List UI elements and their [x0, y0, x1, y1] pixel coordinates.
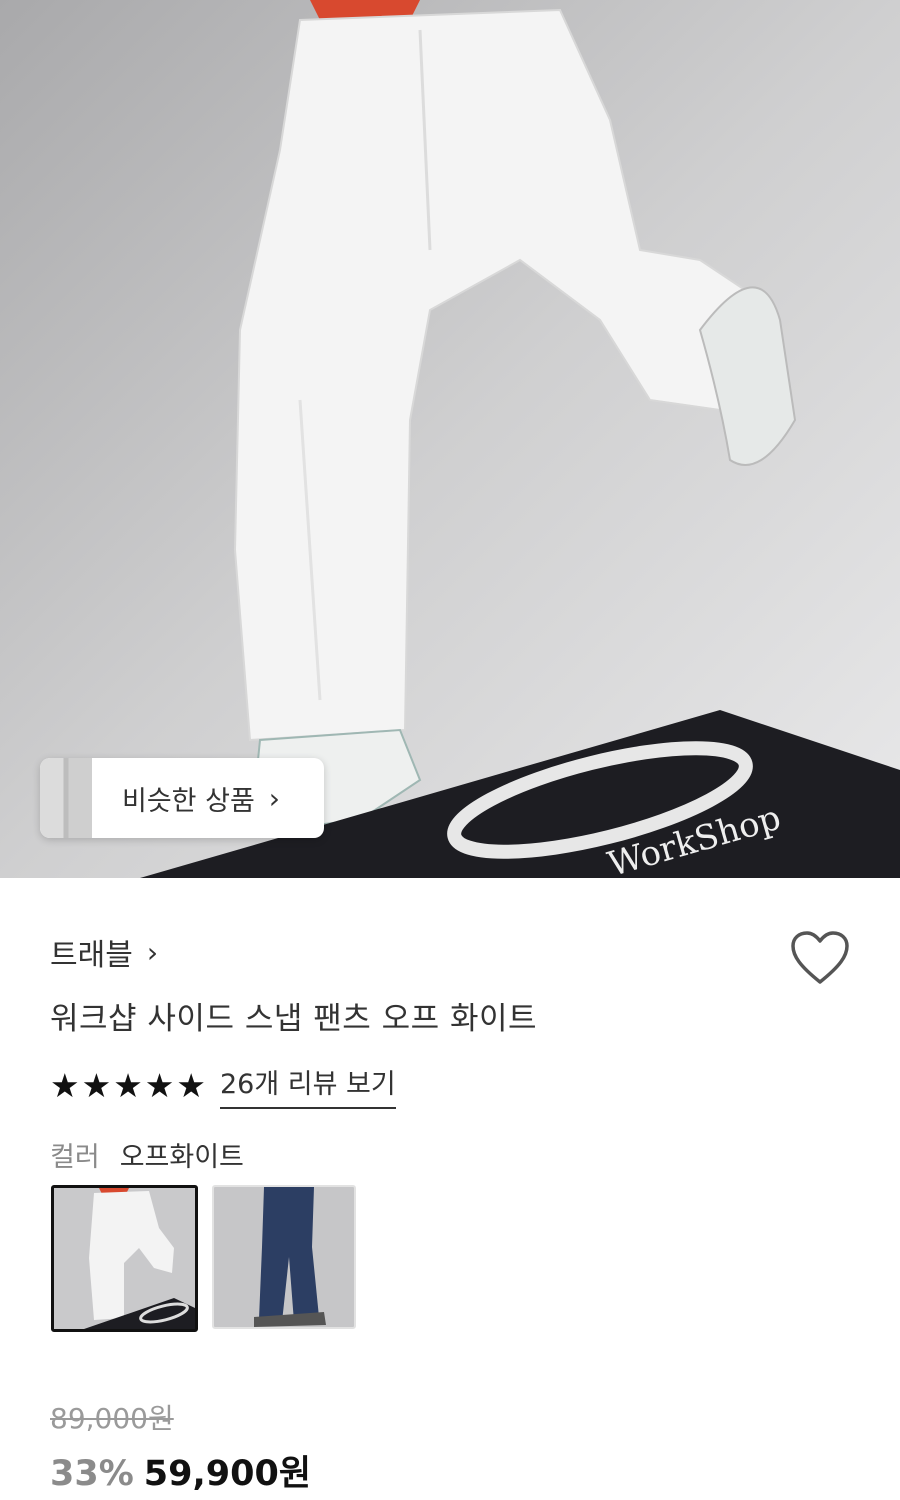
color-value: 오프화이트 [119, 1142, 244, 1173]
chevron-right-icon: › [146, 935, 159, 969]
similar-products-button[interactable]: 비슷한 상품 › [40, 758, 324, 838]
similar-products-label: 비슷한 상품 [122, 785, 255, 817]
color-label: 컬러 [50, 1142, 100, 1173]
star-rating: ★ ★ ★ ★ ★ [50, 1069, 206, 1102]
star-icon: ★ [81, 1066, 112, 1105]
view-reviews-link[interactable]: 26개 리뷰 보기 [219, 1062, 396, 1109]
similar-products-thumbnail [40, 758, 92, 838]
product-hero-image[interactable]: WorkShop [0, 0, 900, 878]
brand-name: 트래블 [50, 938, 133, 973]
chevron-right-icon: › [268, 781, 280, 815]
star-icon: ★ [50, 1066, 80, 1105]
brand-link[interactable]: 트래블 › [50, 930, 158, 974]
star-icon: ★ [176, 1066, 206, 1105]
color-swatch-offwhite[interactable] [51, 1185, 198, 1332]
product-title: 워크샵 사이드 스냅 팬츠 오프 화이트 [50, 1001, 538, 1037]
color-option-row: 컬러 오프화이트 [50, 1135, 244, 1174]
sale-price: 59,900원 [143, 1454, 312, 1494]
star-icon: ★ [113, 1066, 143, 1105]
discount-rate: 33% [50, 1454, 134, 1494]
color-swatch-denim[interactable] [212, 1185, 356, 1329]
wishlist-heart-icon[interactable] [790, 930, 850, 986]
original-price: 89,000원 [50, 1402, 174, 1435]
sale-price-row: 33% 59,900원 [50, 1445, 311, 1496]
rating-row: ★ ★ ★ ★ ★ 26개 리뷰 보기 [50, 1062, 396, 1109]
star-icon: ★ [144, 1066, 175, 1105]
